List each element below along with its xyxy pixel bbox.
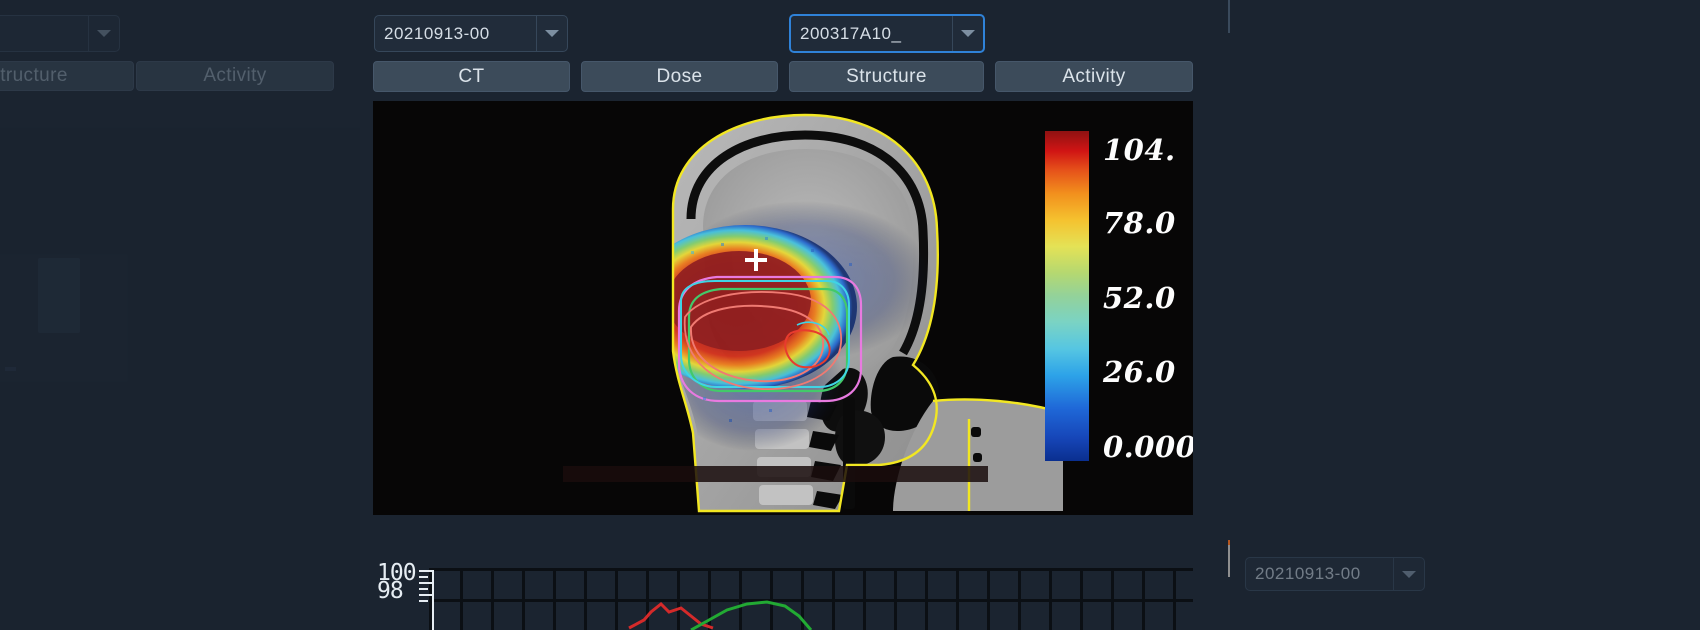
chevron-down-icon[interactable] [88, 16, 119, 51]
patient-select-value: 200317A10_ [800, 23, 902, 43]
dvh-ytick-98: 98 [377, 578, 404, 604]
right-divider-bottom [1228, 540, 1230, 577]
tab-activity-label: Activity [1062, 65, 1126, 87]
left-panel-placeholder-mark [5, 367, 16, 371]
plan-select-value: 20210913-00 [384, 23, 490, 43]
plan-select[interactable]: 20210913-00 [374, 15, 568, 52]
dvh-curves [628, 600, 813, 630]
left-tab-activity[interactable]: Activity [136, 61, 334, 91]
right-panel-combo[interactable]: 20210913-00 [1245, 557, 1425, 591]
tab-activity[interactable]: Activity [995, 61, 1193, 92]
tab-dose[interactable]: Dose [581, 61, 778, 92]
left-panel-combo-value [0, 16, 88, 51]
dvh-chart[interactable]: 100 98 [373, 551, 1193, 630]
left-panel-placeholder-rect [38, 258, 80, 333]
chevron-down-icon[interactable] [1393, 558, 1424, 590]
colorbar-label-min: 0.000 [1103, 430, 1193, 464]
colorbar-label-52: 52.0 [1103, 281, 1176, 315]
left-panel-combo[interactable] [0, 15, 120, 52]
left-tab-structure-label: tructure [0, 65, 68, 86]
left-panel: tructure Activity [0, 0, 360, 630]
tab-ct[interactable]: CT [373, 61, 570, 92]
patient-select[interactable]: 200317A10_ [789, 14, 985, 53]
tab-structure[interactable]: Structure [789, 61, 984, 92]
left-tab-activity-label: Activity [203, 65, 267, 86]
chevron-down-icon[interactable] [536, 16, 567, 51]
viewport-footer-strip [563, 466, 988, 482]
chevron-down-icon[interactable] [952, 16, 983, 51]
dose-colorbar [1045, 131, 1089, 461]
colorbar-label-78: 78.0 [1103, 206, 1176, 240]
ct-dose-viewport[interactable]: 104. 78.0 52.0 26.0 0.000 [373, 101, 1193, 515]
crosshair-marker[interactable] [745, 249, 767, 271]
right-panel-combo-value: 20210913-00 [1255, 564, 1361, 583]
tab-structure-label: Structure [846, 65, 927, 87]
tab-dose-label: Dose [656, 65, 703, 87]
colorbar-label-26: 26.0 [1103, 355, 1176, 389]
right-divider-marker [1228, 540, 1230, 545]
tab-ct-label: CT [458, 65, 485, 87]
colorbar-label-max: 104. [1103, 133, 1176, 167]
left-tab-structure[interactable]: tructure [0, 61, 134, 91]
right-divider-top [1228, 0, 1230, 33]
